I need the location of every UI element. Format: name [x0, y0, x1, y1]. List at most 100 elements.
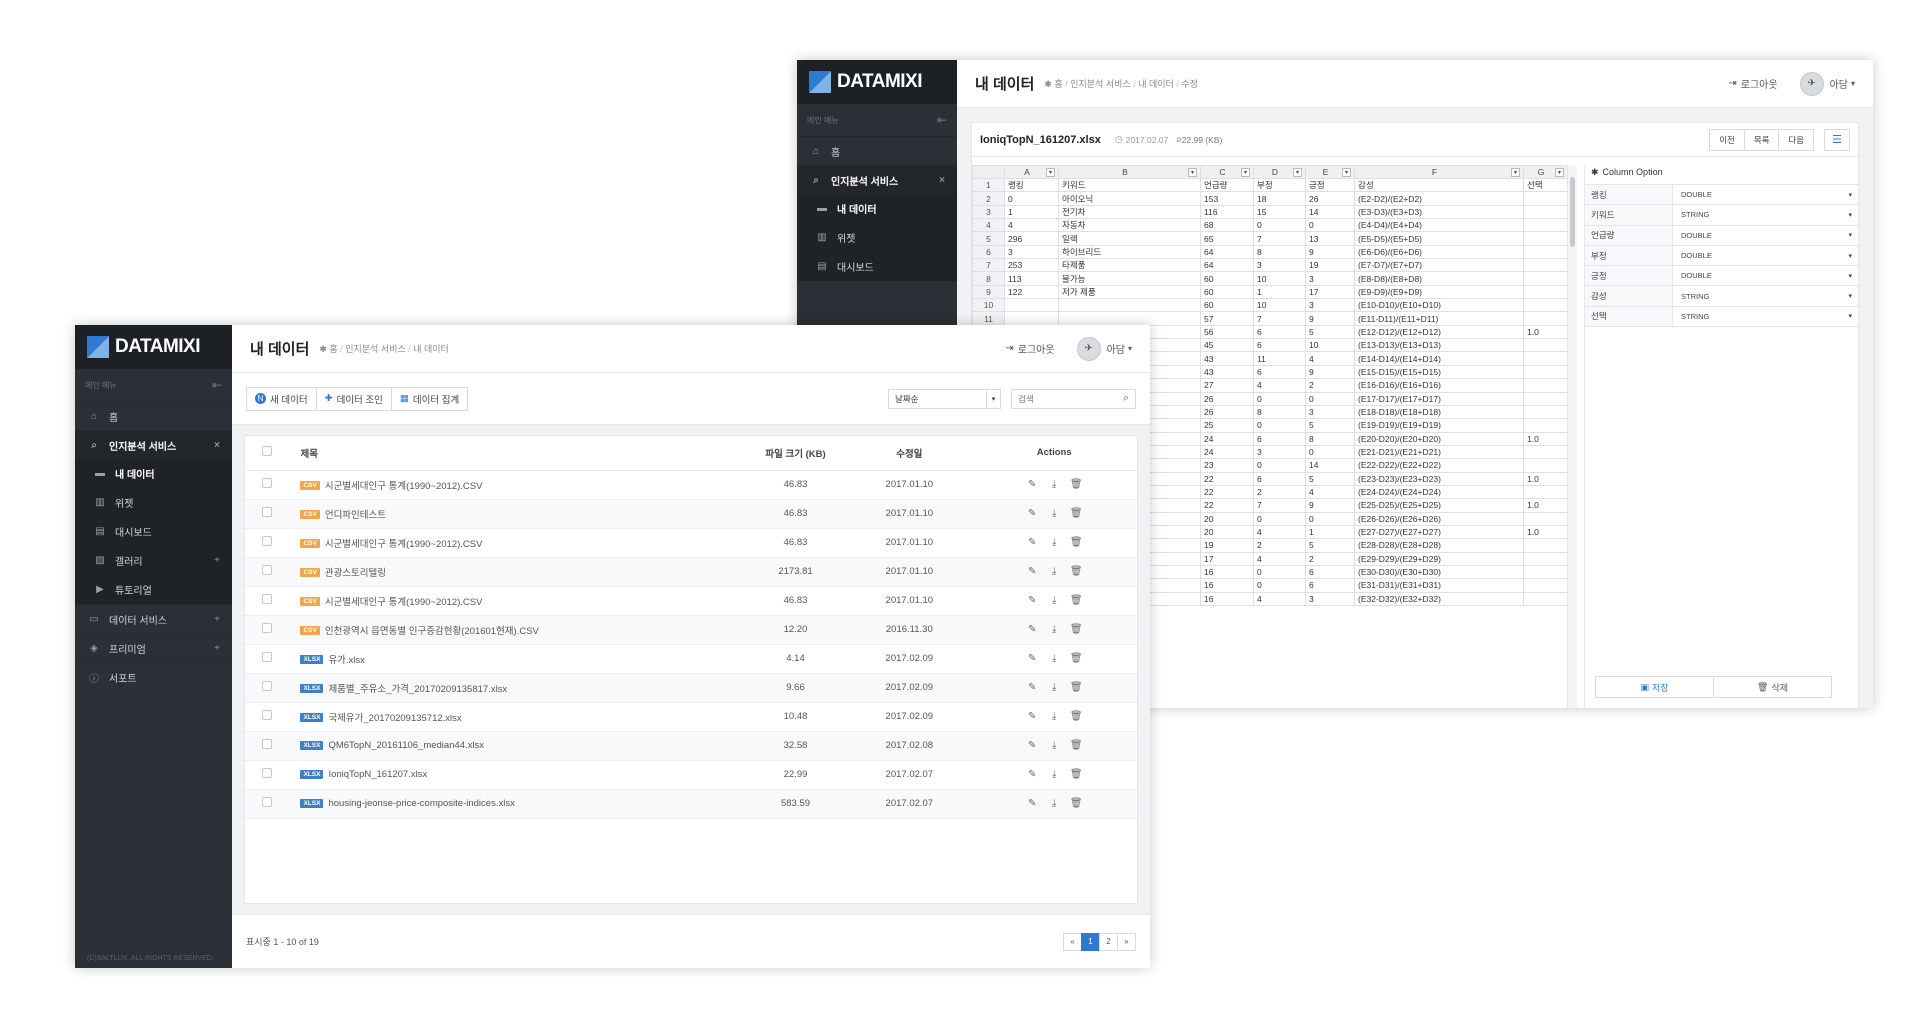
trash-icon[interactable]: 🗑	[1065, 537, 1087, 548]
table-row[interactable]: XLSX 유가.xlsx 4.14 2017.02.09 ✎ ⤓ 🗑	[245, 644, 1137, 674]
table-row[interactable]: CSV 시군별세대인구 통계(1990~2012).CSV 46.83 2017.01…	[245, 528, 1137, 558]
table-row[interactable]: XLSX QM6TopN_20161106_median44.xlsx 32.58 2…	[245, 731, 1137, 761]
column-type-select[interactable]: STRING ▾	[1673, 312, 1858, 321]
sheet-cell[interactable]: 23	[1200, 458, 1254, 473]
sheet-cell[interactable]: 22	[1200, 471, 1254, 486]
filter-dropdown-icon[interactable]: ▾	[1555, 168, 1564, 177]
sheet-cell[interactable]: 13	[1305, 231, 1355, 246]
sheet-column-letter[interactable]: B ▾	[1058, 165, 1201, 179]
logout-link[interactable]: 로그아웃	[1018, 341, 1055, 356]
trash-icon[interactable]: 🗑	[1065, 682, 1087, 693]
trash-icon[interactable]: 🗑	[1065, 479, 1087, 490]
toggle-panel-button[interactable]: ☰	[1824, 128, 1850, 151]
sheet-cell[interactable]: (E25-D25)/(E25+D25)	[1354, 498, 1524, 513]
sheet-cell[interactable]: (E5-D5)/(E5+D5)	[1354, 231, 1524, 246]
sheet-cell[interactable]: (E11-D11)/(E11+D11)	[1354, 311, 1524, 326]
sheet-cell[interactable]: 8	[1253, 244, 1306, 260]
sheet-cell[interactable]: 24	[1200, 431, 1254, 446]
sheet-cell[interactable]: 0	[1253, 578, 1306, 593]
sheet-cell[interactable]: 자동차	[1058, 218, 1201, 233]
sheet-cell[interactable]: 6	[1253, 338, 1306, 353]
col-size[interactable]: 파일 크기 (KB)	[743, 436, 848, 471]
download-icon[interactable]: ⤓	[1043, 624, 1065, 635]
sheet-row-number[interactable]: 2	[972, 191, 1005, 206]
sheet-cell[interactable]: 43	[1200, 351, 1254, 366]
sheet-cell[interactable]: 3	[1253, 444, 1306, 460]
table-row[interactable]: CSV 관광스토리텔링 2173.81 2017.01.10 ✎ ⤓ 🗑	[245, 557, 1137, 587]
filter-dropdown-icon[interactable]: ▾	[1241, 168, 1250, 177]
row-checkbox[interactable]	[261, 623, 272, 633]
sheet-cell[interactable]: 3	[1305, 271, 1355, 286]
column-type-select[interactable]: DOUBLE ▾	[1673, 231, 1858, 240]
sheet-cell[interactable]	[1523, 218, 1568, 233]
table-row[interactable]: CSV 인천광역시 읍면동별 인구증감현황(201601현재).CSV 12.20 2…	[245, 615, 1137, 645]
download-icon[interactable]: ⤓	[1043, 566, 1065, 577]
sheet-cell[interactable]: 10	[1253, 271, 1306, 286]
sheet-cell[interactable]: 1.0	[1523, 524, 1568, 540]
sheet-cell[interactable]: 2	[1253, 484, 1306, 500]
sheet-cell[interactable]: 7	[1253, 498, 1306, 513]
filter-dropdown-icon[interactable]: ▾	[1293, 168, 1302, 177]
sidebar-item-video[interactable]: ▶ 튜토리얼	[75, 575, 232, 604]
sheet-cell[interactable]: 1	[1253, 284, 1306, 300]
sheet-column-letter[interactable]: A ▾	[1004, 165, 1059, 179]
sheet-cell[interactable]: (E31-D31)/(E31+D31)	[1354, 578, 1524, 593]
sheet-cell[interactable]	[1523, 551, 1568, 566]
sheet-cell[interactable]: 5	[1305, 418, 1355, 433]
sheet-cell[interactable]: 1.0	[1523, 431, 1568, 446]
sheet-cell[interactable]: 4	[1253, 551, 1306, 566]
sheet-cell[interactable]: 122	[1004, 284, 1059, 300]
sheet-cell[interactable]: 5	[1305, 538, 1355, 553]
sheet-cell[interactable]: 16	[1200, 564, 1254, 580]
sheet-cell[interactable]: 1	[1305, 524, 1355, 540]
sheet-cell[interactable]: 9	[1305, 498, 1355, 513]
sheet-cell[interactable]	[1523, 191, 1568, 206]
sidebar-item-monitor[interactable]: ▭ 데이터 서비스 +	[75, 604, 232, 633]
collapse-menu-icon[interactable]: ⇤	[212, 378, 222, 392]
sheet-cell[interactable]: 0	[1305, 391, 1355, 406]
file-name-link[interactable]: 시군별세대인구 통계(1990~2012).CSV	[325, 481, 483, 492]
sidebar-item-search[interactable]: ⌕ 인지분석 서비스 ×	[75, 430, 232, 459]
sheet-cell[interactable]: 11	[1253, 351, 1306, 366]
sheet-cell[interactable]: 아이오닉	[1058, 191, 1201, 206]
sidebar-item-chart[interactable]: ▥ 위젯	[75, 488, 232, 517]
sheet-cell[interactable]: 24	[1200, 444, 1254, 460]
sheet-cell[interactable]: 0	[1253, 218, 1306, 233]
sheet-cell[interactable]: (E24-D24)/(E24+D24)	[1354, 484, 1524, 500]
sidebar-item-clipboard[interactable]: ▤ 대시보드	[75, 517, 232, 546]
edit-icon[interactable]: ✎	[1021, 595, 1043, 606]
sheet-cell[interactable]: 60	[1200, 271, 1254, 286]
trash-icon[interactable]: 🗑	[1065, 508, 1087, 519]
sheet-cell[interactable]: (E32-D32)/(E32+D32)	[1354, 591, 1524, 607]
sheet-cell[interactable]: 20	[1200, 524, 1254, 540]
column-type-select[interactable]: DOUBLE ▾	[1673, 271, 1858, 280]
sheet-cell[interactable]: 16	[1200, 578, 1254, 593]
file-name-link[interactable]: 관광스토리텔링	[325, 568, 386, 579]
sheet-cell[interactable]: 26	[1200, 391, 1254, 406]
sheet-cell[interactable]: 감성	[1354, 177, 1524, 193]
sheet-cell[interactable]: 키워드	[1058, 177, 1201, 193]
search-icon[interactable]: ⌕	[1123, 392, 1129, 405]
sheet-cell[interactable]: 113	[1004, 271, 1059, 286]
sheet-cell[interactable]	[1523, 404, 1568, 420]
sheet-cell[interactable]: 부정	[1253, 177, 1306, 193]
sheet-cell[interactable]: 긍정	[1305, 177, 1355, 193]
download-icon[interactable]: ⤓	[1043, 508, 1065, 519]
sheet-cell[interactable]: 0	[1305, 218, 1355, 233]
sheet-cell[interactable]: 56	[1200, 324, 1254, 340]
download-icon[interactable]: ⤓	[1043, 682, 1065, 693]
avatar[interactable]: ✈	[1076, 336, 1101, 361]
sheet-cell[interactable]: (E3-D3)/(E3+D3)	[1354, 204, 1524, 220]
trash-icon[interactable]: 🗑	[1065, 595, 1087, 606]
sheet-cell[interactable]: 2	[1305, 378, 1355, 393]
trash-icon[interactable]: 🗑	[1065, 769, 1087, 780]
breadcrumb-item[interactable]: 내 데이터	[1138, 79, 1174, 89]
edit-icon[interactable]: ✎	[1021, 624, 1043, 635]
table-row[interactable]: XLSX housing-jeonse-price-composite-indic…	[245, 789, 1137, 819]
sheet-cell[interactable]: 3	[1305, 404, 1355, 420]
sheet-cell[interactable]: (E28-D28)/(E28+D28)	[1354, 538, 1524, 553]
sheet-column-letter[interactable]: F ▾	[1354, 165, 1524, 179]
table-row[interactable]: XLSX IoniqTopN_161207.xlsx 22.99 2017.02.07…	[245, 760, 1137, 790]
sheet-cell[interactable]: 0	[1305, 511, 1355, 526]
column-type-select[interactable]: DOUBLE ▾	[1673, 190, 1858, 199]
